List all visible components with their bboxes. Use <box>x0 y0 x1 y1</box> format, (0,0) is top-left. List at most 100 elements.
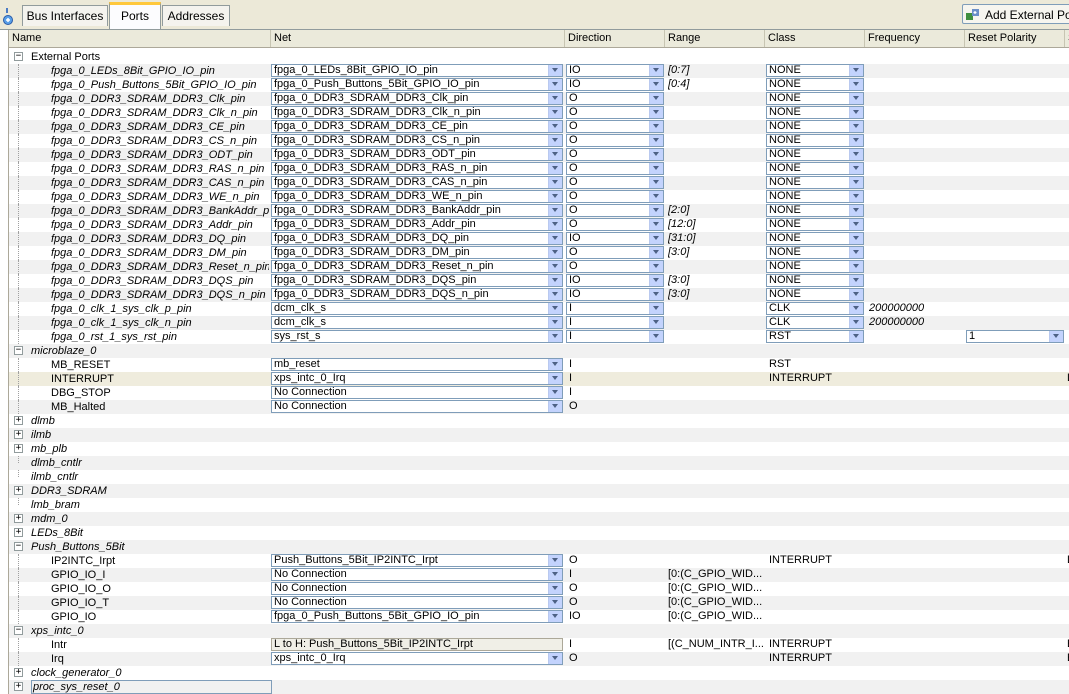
table-row[interactable]: IP2INTC_Irpt Push_Buttons_5Bit_IP2INTC_Ir… <box>9 554 1069 568</box>
expand-icon[interactable]: + <box>14 514 23 523</box>
column-header-net[interactable]: Net <box>271 30 565 47</box>
direction-dropdown[interactable]: O <box>566 204 664 217</box>
table-row[interactable]: + proc_sys_reset_0 <box>9 680 1069 694</box>
table-row[interactable]: GPIO_IO_T No Connection O [0:(C_GPIO_WID... <box>9 596 1069 610</box>
chevron-down-icon[interactable] <box>548 359 562 370</box>
table-row[interactable]: dlmb_cntlr <box>9 456 1069 470</box>
class-dropdown[interactable]: NONE <box>766 274 864 287</box>
chevron-down-icon[interactable] <box>548 611 562 622</box>
class-dropdown[interactable]: NONE <box>766 162 864 175</box>
chevron-down-icon[interactable] <box>849 289 863 300</box>
table-row[interactable]: fpga_0_DDR3_SDRAM_DDR3_DQS_n_pin fpga_0_D… <box>9 288 1069 302</box>
chevron-down-icon[interactable] <box>548 275 562 286</box>
net-dropdown[interactable]: Push_Buttons_5Bit_IP2INTC_Irpt <box>271 554 563 567</box>
chevron-down-icon[interactable] <box>548 177 562 188</box>
add-external-ports-button[interactable]: Add External Ports <box>962 4 1069 24</box>
table-row[interactable]: fpga_0_DDR3_SDRAM_DDR3_DQ_pin fpga_0_DDR3… <box>9 232 1069 246</box>
chevron-down-icon[interactable] <box>649 331 663 342</box>
table-row[interactable]: + mb_plb <box>9 442 1069 456</box>
table-row[interactable]: + mdm_0 <box>9 512 1069 526</box>
class-dropdown[interactable]: NONE <box>766 288 864 301</box>
tab-ports[interactable]: Ports <box>109 2 161 29</box>
chevron-down-icon[interactable] <box>849 247 863 258</box>
direction-dropdown[interactable]: O <box>566 218 664 231</box>
tab-bus-interfaces[interactable]: Bus Interfaces <box>22 5 108 26</box>
chevron-down-icon[interactable] <box>548 555 562 566</box>
chevron-down-icon[interactable] <box>548 79 562 90</box>
table-row[interactable]: + dlmb <box>9 414 1069 428</box>
table-row[interactable]: fpga_0_DDR3_SDRAM_DDR3_BankAddr_pin fpga_… <box>9 204 1069 218</box>
net-field[interactable]: L to H: Push_Buttons_5Bit_IP2INTC_Irpt <box>271 638 563 651</box>
table-row[interactable]: fpga_0_DDR3_SDRAM_DDR3_ODT_pin fpga_0_DDR… <box>9 148 1069 162</box>
net-dropdown[interactable]: fpga_0_DDR3_SDRAM_DDR3_CAS_n_pin <box>271 176 563 189</box>
chevron-down-icon[interactable] <box>849 177 863 188</box>
chevron-down-icon[interactable] <box>649 107 663 118</box>
chevron-down-icon[interactable] <box>849 121 863 132</box>
tab-addresses[interactable]: Addresses <box>162 5 230 26</box>
table-row[interactable]: fpga_0_LEDs_8Bit_GPIO_IO_pin fpga_0_LEDs_… <box>9 64 1069 78</box>
net-dropdown[interactable]: fpga_0_DDR3_SDRAM_DDR3_BankAddr_pin <box>271 204 563 217</box>
chevron-down-icon[interactable] <box>849 205 863 216</box>
chevron-down-icon[interactable] <box>548 65 562 76</box>
class-dropdown[interactable]: NONE <box>766 106 864 119</box>
column-header-name[interactable]: Name <box>9 30 271 47</box>
chevron-down-icon[interactable] <box>548 569 562 580</box>
class-dropdown[interactable]: NONE <box>766 92 864 105</box>
net-dropdown[interactable]: fpga_0_DDR3_SDRAM_DDR3_WE_n_pin <box>271 190 563 203</box>
chevron-down-icon[interactable] <box>849 261 863 272</box>
table-row[interactable]: + clock_generator_0 <box>9 666 1069 680</box>
table-row[interactable]: fpga_0_Push_Buttons_5Bit_GPIO_IO_pin fpga… <box>9 78 1069 92</box>
chevron-down-icon[interactable] <box>548 387 562 398</box>
class-dropdown[interactable]: CLK <box>766 316 864 329</box>
class-dropdown[interactable]: NONE <box>766 120 864 133</box>
collapse-icon[interactable]: − <box>14 52 23 61</box>
direction-dropdown[interactable]: I <box>566 302 664 315</box>
net-dropdown[interactable]: fpga_0_DDR3_SDRAM_DDR3_Addr_pin <box>271 218 563 231</box>
column-header-class[interactable]: Class <box>765 30 865 47</box>
column-header-reset-polarity[interactable]: Reset Polarity <box>965 30 1065 47</box>
chevron-down-icon[interactable] <box>548 303 562 314</box>
table-row[interactable]: fpga_0_DDR3_SDRAM_DDR3_CAS_n_pin fpga_0_D… <box>9 176 1069 190</box>
net-dropdown[interactable]: No Connection <box>271 596 563 609</box>
table-row[interactable]: fpga_0_DDR3_SDRAM_DDR3_CE_pin fpga_0_DDR3… <box>9 120 1069 134</box>
net-dropdown[interactable]: fpga_0_DDR3_SDRAM_DDR3_Clk_pin <box>271 92 563 105</box>
class-dropdown[interactable]: NONE <box>766 64 864 77</box>
chevron-down-icon[interactable] <box>548 261 562 272</box>
table-row[interactable]: INTERRUPTxps_intc_0_IrqIINTERRUPTL <box>9 372 1069 386</box>
chevron-down-icon[interactable] <box>649 289 663 300</box>
net-dropdown[interactable]: fpga_0_LEDs_8Bit_GPIO_IO_pin <box>271 64 563 77</box>
chevron-down-icon[interactable] <box>649 219 663 230</box>
class-dropdown[interactable]: NONE <box>766 190 864 203</box>
chevron-down-icon[interactable] <box>649 177 663 188</box>
direction-dropdown[interactable]: IO <box>566 78 664 91</box>
collapse-icon[interactable]: − <box>14 346 23 355</box>
chevron-down-icon[interactable] <box>548 191 562 202</box>
table-row[interactable]: lmb_bram <box>9 498 1069 512</box>
net-dropdown[interactable]: xps_intc_0_Irq <box>271 372 563 385</box>
chevron-down-icon[interactable] <box>849 331 863 342</box>
table-row[interactable]: fpga_0_DDR3_SDRAM_DDR3_Reset_n_pin fpga_0… <box>9 260 1069 274</box>
direction-dropdown[interactable]: IO <box>566 232 664 245</box>
class-dropdown[interactable]: CLK <box>766 302 864 315</box>
column-header-s[interactable]: S <box>1065 30 1069 47</box>
chevron-down-icon[interactable] <box>849 303 863 314</box>
net-dropdown[interactable]: fpga_0_DDR3_SDRAM_DDR3_DQS_pin <box>271 274 563 287</box>
chevron-down-icon[interactable] <box>849 149 863 160</box>
direction-dropdown[interactable]: O <box>566 120 664 133</box>
chevron-down-icon[interactable] <box>849 93 863 104</box>
panel-pin-icon[interactable] <box>3 8 17 26</box>
class-dropdown[interactable]: NONE <box>766 176 864 189</box>
net-dropdown[interactable]: No Connection <box>271 582 563 595</box>
class-dropdown[interactable]: NONE <box>766 218 864 231</box>
net-dropdown[interactable]: fpga_0_DDR3_SDRAM_DDR3_Clk_n_pin <box>271 106 563 119</box>
chevron-down-icon[interactable] <box>548 331 562 342</box>
table-row[interactable]: Irqxps_intc_0_IrqOINTERRUPTE <box>9 652 1069 666</box>
chevron-down-icon[interactable] <box>548 597 562 608</box>
net-dropdown[interactable]: No Connection <box>271 568 563 581</box>
chevron-down-icon[interactable] <box>548 219 562 230</box>
chevron-down-icon[interactable] <box>849 107 863 118</box>
chevron-down-icon[interactable] <box>548 121 562 132</box>
chevron-down-icon[interactable] <box>548 373 562 384</box>
chevron-down-icon[interactable] <box>548 163 562 174</box>
chevron-down-icon[interactable] <box>649 121 663 132</box>
